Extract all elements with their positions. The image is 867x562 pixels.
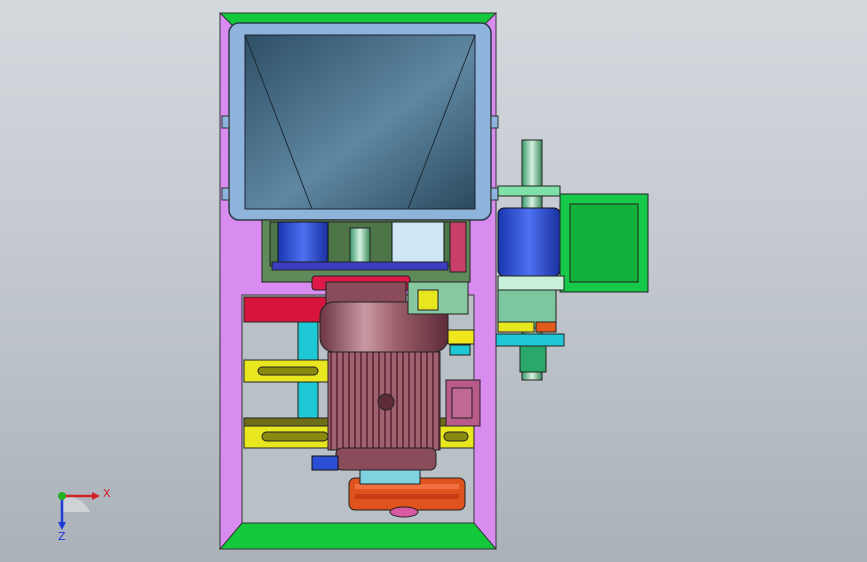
- bottom-green-rail[interactable]: [218, 522, 498, 550]
- machine-model-view[interactable]: [0, 0, 867, 562]
- feeder-roller-right[interactable]: [391, 221, 445, 267]
- cad-graphics-area[interactable]: X Z: [0, 0, 867, 562]
- feeder-housing[interactable]: [261, 219, 471, 283]
- motor-nameplate-bolt: [377, 393, 395, 411]
- feeder-roller-left[interactable]: [277, 221, 329, 267]
- triad-z-arrow-icon: [58, 522, 66, 530]
- drive-base-plate[interactable]: [495, 333, 565, 347]
- triad-y-axis-dot: [58, 492, 66, 500]
- motor-base[interactable]: [335, 447, 437, 471]
- hopper-bracket-right-lower: [490, 187, 499, 201]
- hopper-opening: [244, 34, 476, 210]
- drive-gear-housing[interactable]: [497, 207, 561, 277]
- triad-x-arrow-icon: [92, 492, 100, 500]
- pulley-hub: [389, 506, 419, 518]
- hopper-bracket-right: [490, 115, 499, 129]
- right-drive-assembly[interactable]: [495, 139, 649, 381]
- hopper[interactable]: [221, 22, 499, 221]
- coordinate-triad: [58, 492, 100, 530]
- hopper-bracket-left: [221, 115, 230, 129]
- triad-x-label: X: [103, 487, 111, 500]
- triad-z-label: Z: [58, 530, 66, 543]
- slotted-plate-upper[interactable]: [243, 359, 333, 383]
- motor-foot-gear: [311, 455, 339, 471]
- hopper-bracket-left-lower: [221, 187, 230, 201]
